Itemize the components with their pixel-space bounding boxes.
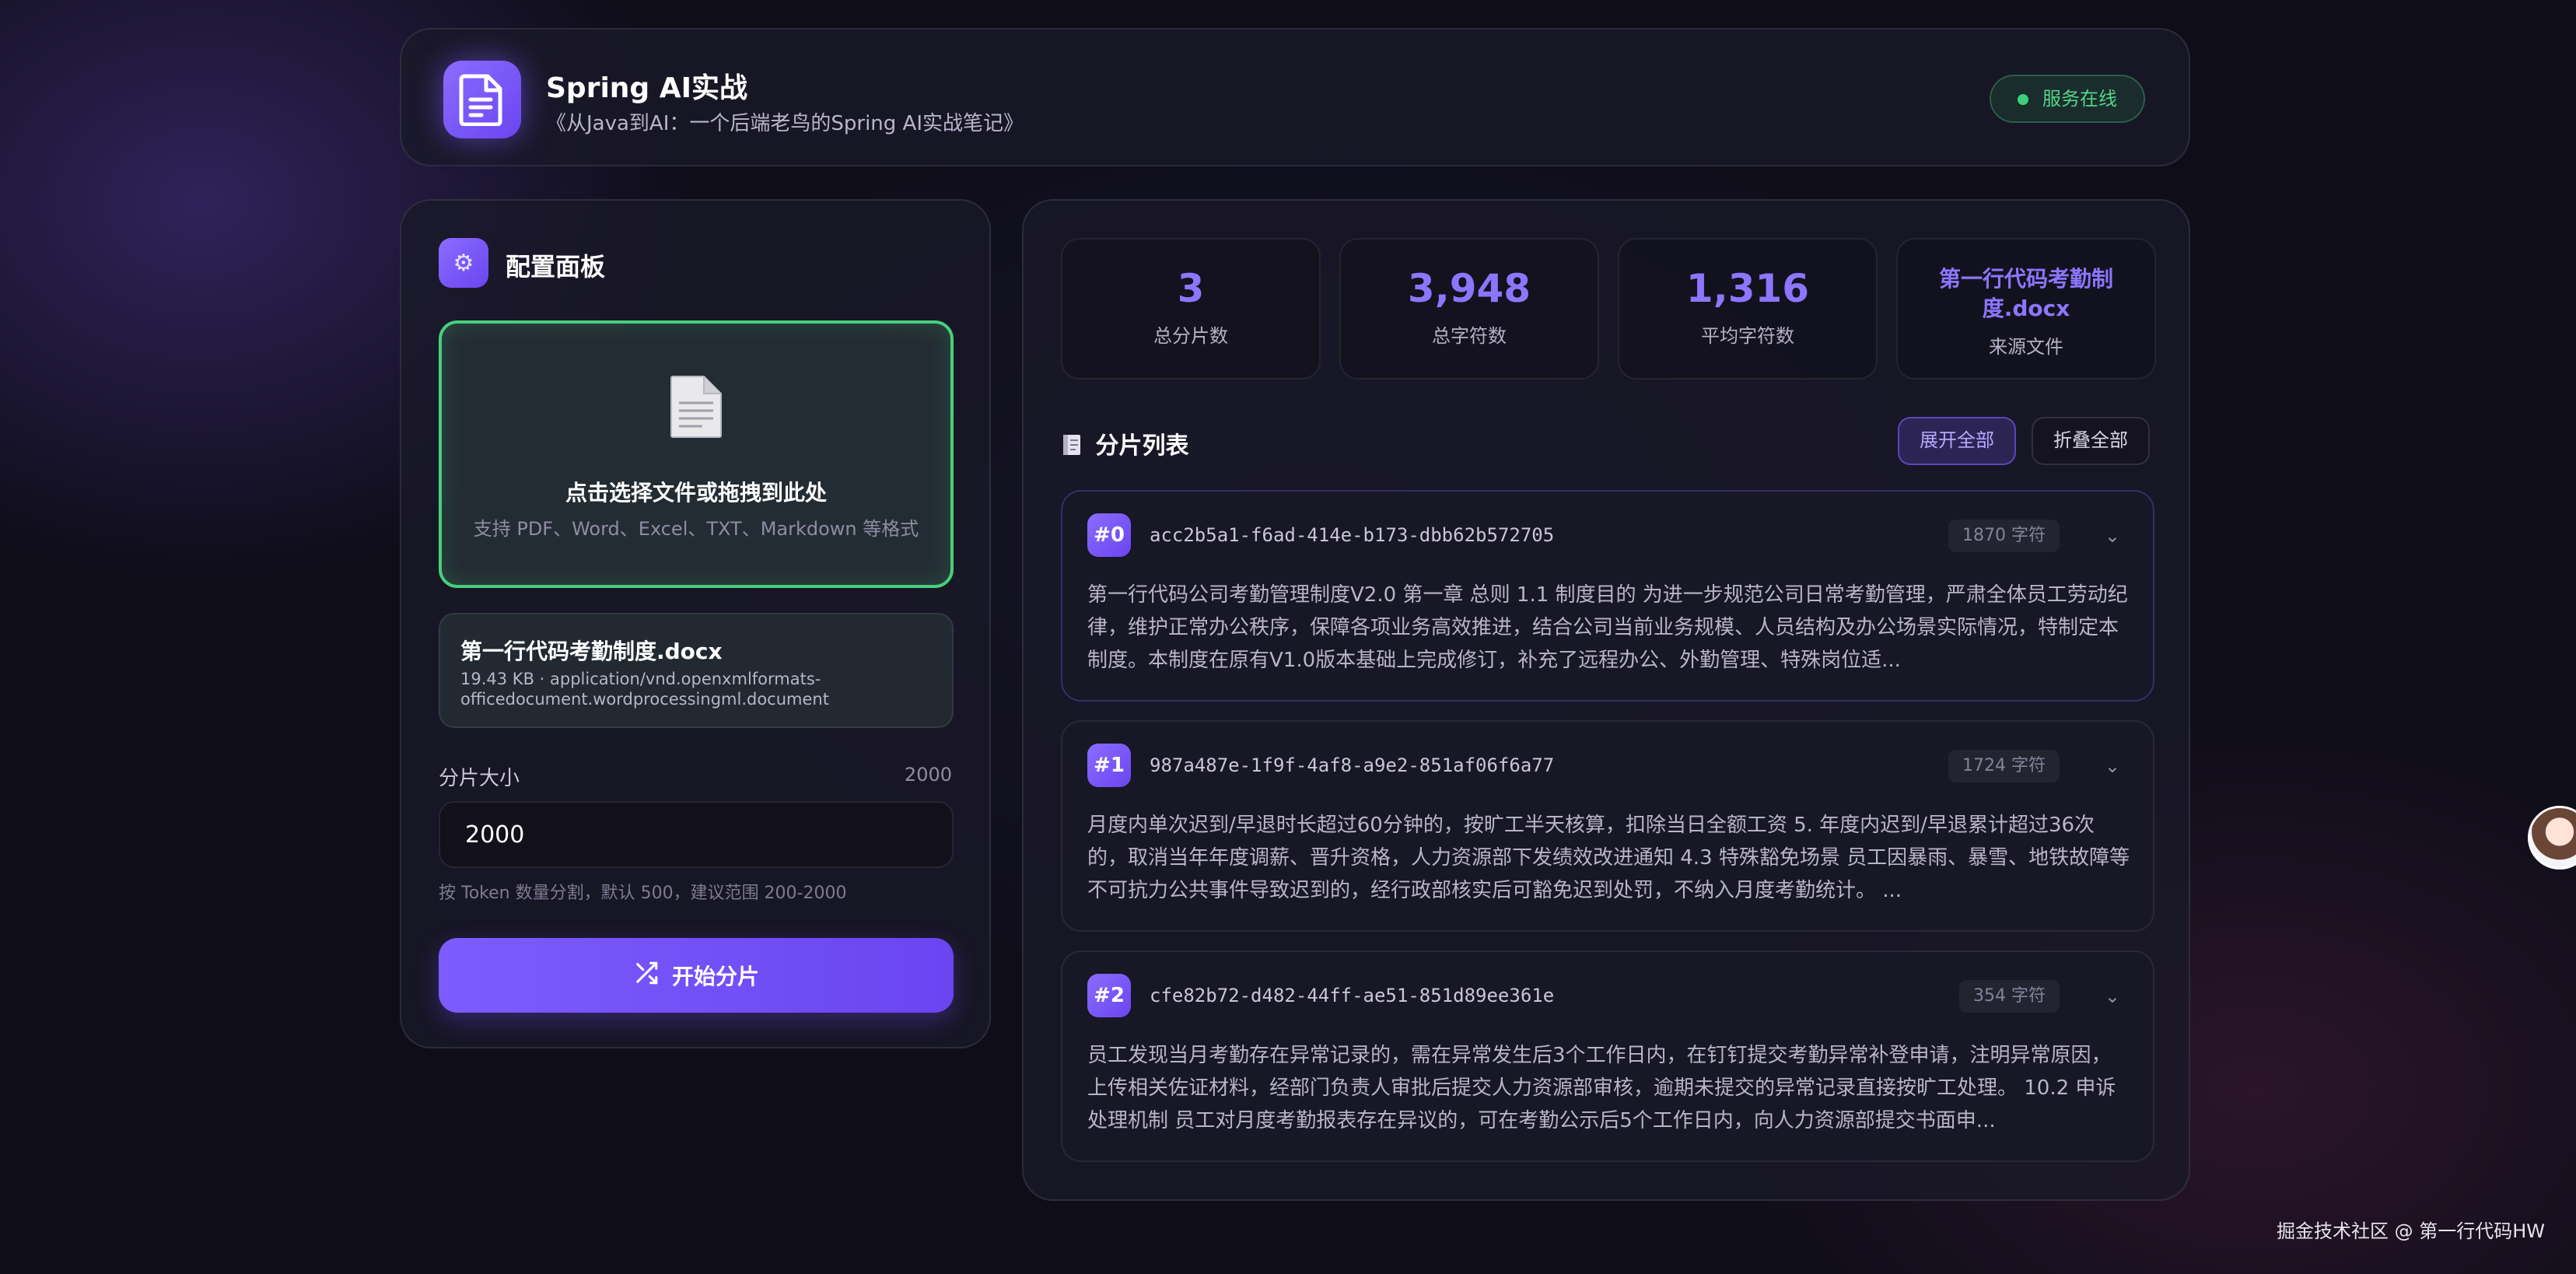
config-panel-title: 配置面板 (506, 252, 606, 282)
config-panel: ⚙ 配置面板 点击选择文件或拖拽到此处 支持 PDF、Word、Excel、TX… (400, 199, 991, 1048)
chunk-id: 987a487e-1f9f-4af8-a9e2-851af06f6a77 (1150, 754, 1555, 776)
chunk-id: acc2b5a1-f6ad-414e-b173-dbb62b572705 (1150, 524, 1555, 546)
chunk-size-value: 2000 (904, 764, 952, 786)
app-title: Spring AI实战 (546, 72, 747, 104)
stat-label: 平均字符数 (1701, 325, 1794, 347)
status-badge: 服务在线 (1990, 75, 2145, 123)
chunk-list-title: 分片列表 (1061, 426, 1188, 460)
start-button-label: 开始分片 (671, 964, 759, 989)
chunk-id: cfe82b72-d482-44ff-ae51-851d89ee361e (1150, 985, 1555, 1006)
chunk-size-label: 分片大小 (439, 767, 520, 790)
chunk-char-count: 1870 字符 (1948, 520, 2060, 552)
stat-label: 总分片数 (1153, 325, 1228, 347)
chevron-down-icon[interactable]: ⌄ (2105, 980, 2120, 1013)
chunk-size-input[interactable] (439, 801, 954, 868)
stat-total-chars: 3,948 总字符数 (1339, 238, 1599, 380)
results-panel: 3 总分片数 3,948 总字符数 1,316 平均字符数 第一行代码考勤制度.… (1022, 199, 2190, 1201)
notebook-icon (1061, 432, 1095, 460)
footer-watermark: 掘金技术社区 @ 第一行代码HW (2276, 1220, 2545, 1242)
selected-file-card: 第一行代码考勤制度.docx 19.43 KB · application/vn… (439, 613, 954, 728)
chunk-char-count: 354 字符 (1959, 980, 2060, 1013)
file-meta: 19.43 KB · application/vnd.openxmlformat… (460, 670, 829, 709)
chunk-text: 月度内单次迟到/早退时长超过60分钟的，按旷工半天核算，扣除当日全额工资 5. … (1087, 814, 2130, 902)
document-icon (443, 61, 521, 138)
chunk-text: 第一行代码公司考勤管理制度V2.0 第一章 总则 1.1 制度目的 为进一步规范… (1087, 583, 2128, 672)
chunk-index-badge: #2 (1087, 974, 1131, 1017)
file-name: 第一行代码考勤制度.docx (460, 639, 723, 664)
stat-label: 来源文件 (1989, 336, 2063, 358)
dropzone-title: 点击选择文件或拖拽到此处 (565, 480, 827, 506)
stat-value: 第一行代码考勤制度.docx (1938, 266, 2113, 321)
status-dot-icon (2018, 94, 2028, 105)
status-label: 服务在线 (2042, 88, 2117, 110)
dropzone-hint: 支持 PDF、Word、Excel、TXT、Markdown 等格式 (473, 518, 919, 540)
gear-icon: ⚙ (439, 238, 488, 288)
chevron-down-icon[interactable]: ⌄ (2105, 520, 2120, 552)
file-dropzone[interactable]: 点击选择文件或拖拽到此处 支持 PDF、Word、Excel、TXT、Markd… (439, 320, 954, 588)
stat-avg-chars: 1,316 平均字符数 (1618, 238, 1878, 380)
app-subtitle: 《从Java到AI：一个后端老鸟的Spring AI实战笔记》 (546, 112, 1024, 135)
stat-value: 1,316 (1685, 266, 1810, 311)
stat-value: 3 (1177, 266, 1205, 311)
chunk-text: 员工发现当月考勤存在异常记录的，需在异常发生后3个工作日内，在钉钉提交考勤异常补… (1087, 1044, 2116, 1132)
stat-total-chunks: 3 总分片数 (1061, 238, 1321, 380)
file-icon (442, 375, 950, 453)
stat-source-file: 第一行代码考勤制度.docx 来源文件 (1896, 238, 2156, 380)
collapse-all-button[interactable]: 折叠全部 (2032, 417, 2150, 465)
chunk-index-badge: #1 (1087, 744, 1131, 787)
chevron-down-icon[interactable]: ⌄ (2105, 750, 2120, 782)
stat-value: 3,948 (1407, 266, 1531, 311)
start-chunking-button[interactable]: 开始分片 (439, 938, 954, 1013)
chunk-size-hint: 按 Token 数量分割，默认 500，建议范围 200-2000 (439, 884, 847, 903)
chunk-item[interactable]: #1 987a487e-1f9f-4af8-a9e2-851af06f6a77 … (1061, 720, 2154, 932)
stat-label: 总字符数 (1432, 325, 1507, 347)
app-header: Spring AI实战 《从Java到AI：一个后端老鸟的Spring AI实战… (400, 28, 2190, 166)
shuffle-icon (633, 960, 660, 992)
chunk-item[interactable]: #2 cfe82b72-d482-44ff-ae51-851d89ee361e … (1061, 950, 2154, 1162)
chunk-list-title-label: 分片列表 (1095, 432, 1189, 460)
expand-all-button[interactable]: 展开全部 (1898, 417, 2016, 465)
chunk-item[interactable]: #0 acc2b5a1-f6ad-414e-b173-dbb62b572705 … (1061, 490, 2154, 702)
chunk-char-count: 1724 字符 (1948, 750, 2060, 782)
chunk-index-badge: #0 (1087, 513, 1131, 557)
